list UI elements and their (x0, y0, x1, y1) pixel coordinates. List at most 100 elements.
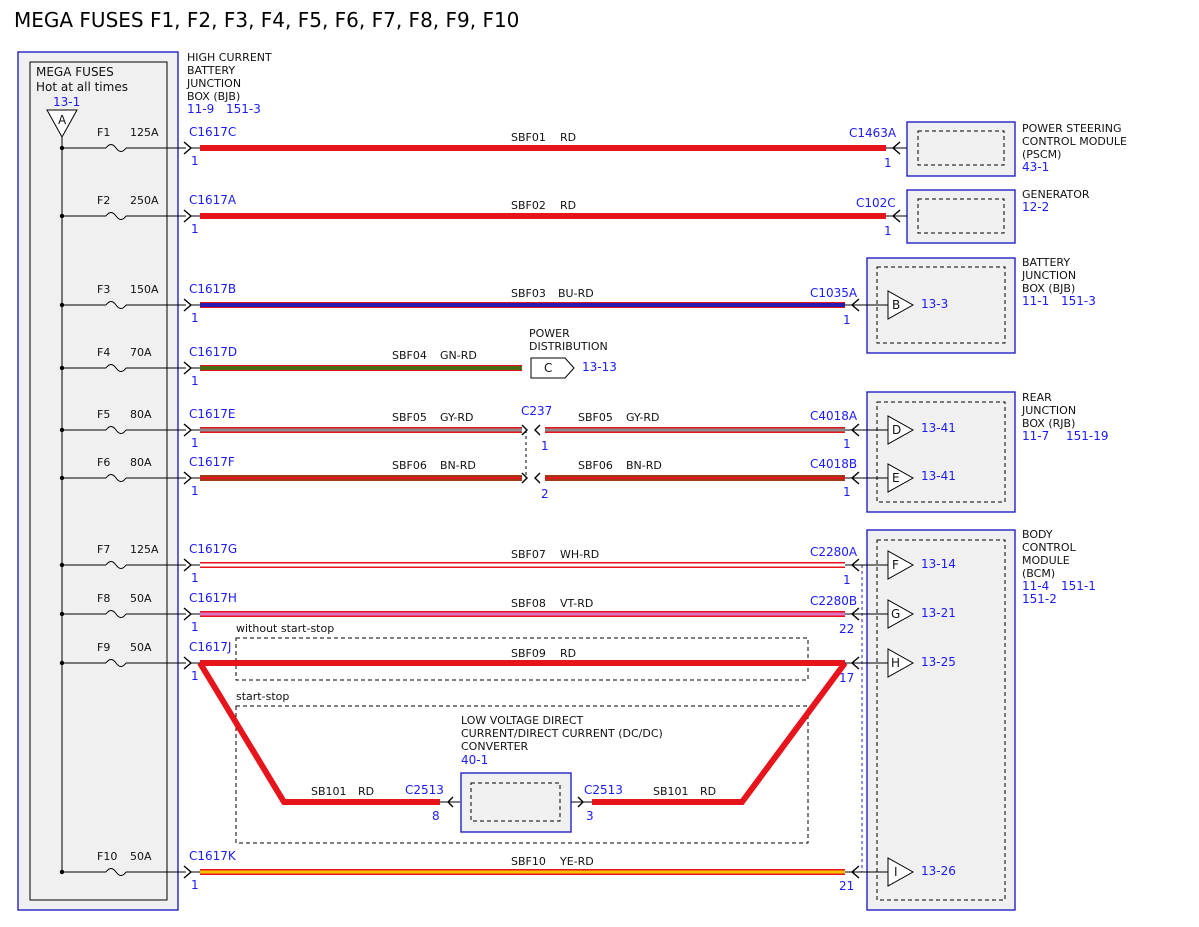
hot-at-all-times-label: Hot at all times (36, 80, 128, 94)
color-sbf01: RD (560, 131, 576, 144)
rjb-ref2[interactable]: 151-19 (1066, 429, 1109, 443)
dcdc-line1: LOW VOLTAGE DIRECT (461, 714, 584, 727)
f8-fuse-name: F8 (97, 592, 110, 605)
connector-b-ref[interactable]: 13-3 (921, 297, 948, 311)
color-sbf09: RD (560, 647, 576, 660)
connector-c2513-right: C2513 (584, 783, 623, 797)
f6-fuse-name: F6 (97, 456, 110, 469)
wiring-diagram: MEGA FUSES F1, F2, F3, F4, F5, F6, F7, F… (14, 8, 1127, 911)
connector-g-letter: G (891, 607, 900, 621)
pscm-ref[interactable]: 43-1 (1022, 160, 1049, 174)
start-stop-label: start-stop (236, 690, 289, 703)
bjb-line2: JUNCTION (1021, 269, 1076, 282)
connector-c-arrow (530, 357, 575, 379)
c237-arrow-top-a (521, 424, 528, 436)
mega-fuse-inner-box (29, 61, 168, 901)
color-sb101-right: RD (700, 785, 716, 798)
c237-arrow-top-b (534, 424, 541, 436)
f5-fuse-name: F5 (97, 408, 110, 421)
f2-connector-pin: 1 (191, 222, 199, 236)
bjb-header-line2: BATTERY (187, 64, 235, 77)
connector-f-ref[interactable]: 13-14 (921, 557, 956, 571)
connector-e-letter: E (892, 471, 900, 485)
f3-fuse-rating: 150A (130, 283, 159, 296)
bjb-ref2[interactable]: 151-3 (1061, 294, 1096, 308)
bjb-header-ref1[interactable]: 11-9 (187, 102, 214, 116)
connector-g-ref[interactable]: 13-21 (921, 606, 956, 620)
f10-connector-pin: 1 (191, 878, 199, 892)
color-sb101-left: RD (358, 785, 374, 798)
circuit-sbf07: SBF07 (511, 548, 546, 561)
f5-fuse-rating: 80A (130, 408, 152, 421)
rjb-ref1[interactable]: 11-7 (1022, 429, 1049, 443)
generator-ref[interactable]: 12-2 (1022, 200, 1049, 214)
pin-c4018a: 1 (843, 437, 851, 451)
color-sbf06-b: BN-RD (626, 459, 662, 472)
mega-fuse-ref[interactable]: 13-1 (53, 95, 80, 109)
bcm-ref2[interactable]: 151-1 (1061, 579, 1096, 593)
f7-fuse-name: F7 (97, 543, 110, 556)
f2-fuse-rating: 250A (130, 194, 159, 207)
pin-c2280b: 22 (839, 622, 854, 636)
f1-connector-label: C1617C (189, 125, 236, 139)
circuit-sbf05-a: SBF05 (392, 411, 427, 424)
power-distribution-ref[interactable]: 13-13 (582, 360, 617, 374)
wire-sb101-left (197, 661, 440, 805)
connector-c4018a: C4018A (810, 409, 858, 423)
bcm-line1: BODY (1022, 528, 1053, 541)
f9-fuse-rating: 50A (130, 641, 152, 654)
connector-i-ref[interactable]: 13-26 (921, 864, 956, 878)
color-sbf03: BU-RD (558, 287, 594, 300)
dcdc-inner (470, 782, 561, 822)
pin-c4018b: 1 (843, 485, 851, 499)
f1-connector-pin: 1 (191, 154, 199, 168)
f3-fuse-name: F3 (97, 283, 110, 296)
connector-e-ref[interactable]: 13-41 (921, 469, 956, 483)
f7-connector-label: C1617G (189, 542, 237, 556)
f2-connector-label: C1617A (189, 193, 237, 207)
f9-connector-label: C1617J (189, 640, 231, 654)
bjb-header-line3: JUNCTION (186, 77, 241, 90)
connector-c2280b: C2280B (810, 594, 857, 608)
pscm-line2: CONTROL MODULE (1022, 135, 1127, 148)
generator-inner (917, 198, 1005, 234)
pin-c102c: 1 (884, 224, 892, 238)
f9-connector-pin: 1 (191, 669, 199, 683)
bcm-line3: MODULE (1022, 554, 1070, 567)
rjb-line2: JUNCTION (1021, 404, 1076, 417)
connector-a-letter: A (58, 113, 67, 127)
connector-h-ref[interactable]: 13-25 (921, 655, 956, 669)
bjb-ref1[interactable]: 11-1 (1022, 294, 1049, 308)
connector-f-letter: F (892, 558, 899, 572)
connector-c102c: C102C (856, 196, 896, 210)
f4-fuse-name: F4 (97, 346, 110, 359)
pin-c2513-left: 8 (432, 809, 440, 823)
connector-c237: C237 (521, 404, 552, 418)
power-distribution-line2: DISTRIBUTION (529, 340, 608, 353)
color-sbf02: RD (560, 199, 576, 212)
pin-21: 21 (839, 879, 854, 893)
pscm-inner (917, 130, 1005, 166)
f10-fuse-name: F10 (97, 850, 117, 863)
f10-fuse-rating: 50A (130, 850, 152, 863)
f4-connector-pin: 1 (191, 374, 199, 388)
connector-d-ref[interactable]: 13-41 (921, 421, 956, 435)
color-sbf07: WH-RD (560, 548, 599, 561)
connector-c-letter: C (544, 361, 552, 375)
f5-connector-pin: 1 (191, 436, 199, 450)
bjb-header-ref2[interactable]: 151-3 (226, 102, 261, 116)
connector-d-letter: D (892, 423, 901, 437)
bcm-ref1[interactable]: 11-4 (1022, 579, 1049, 593)
circuit-sbf02: SBF02 (511, 199, 546, 212)
f4-connector-label: C1617D (189, 345, 237, 359)
connector-c1035a: C1035A (810, 286, 858, 300)
pin-17: 17 (839, 671, 854, 685)
c237-pin-top: 1 (541, 439, 549, 453)
connector-i-letter: I (894, 865, 898, 879)
color-sbf10: YE-RD (559, 855, 594, 868)
dcdc-ref[interactable]: 40-1 (461, 753, 488, 767)
circuit-sbf09: SBF09 (511, 647, 546, 660)
circuit-sbf08: SBF08 (511, 597, 546, 610)
bcm-ref3[interactable]: 151-2 (1022, 592, 1057, 606)
circuit-sbf01: SBF01 (511, 131, 546, 144)
